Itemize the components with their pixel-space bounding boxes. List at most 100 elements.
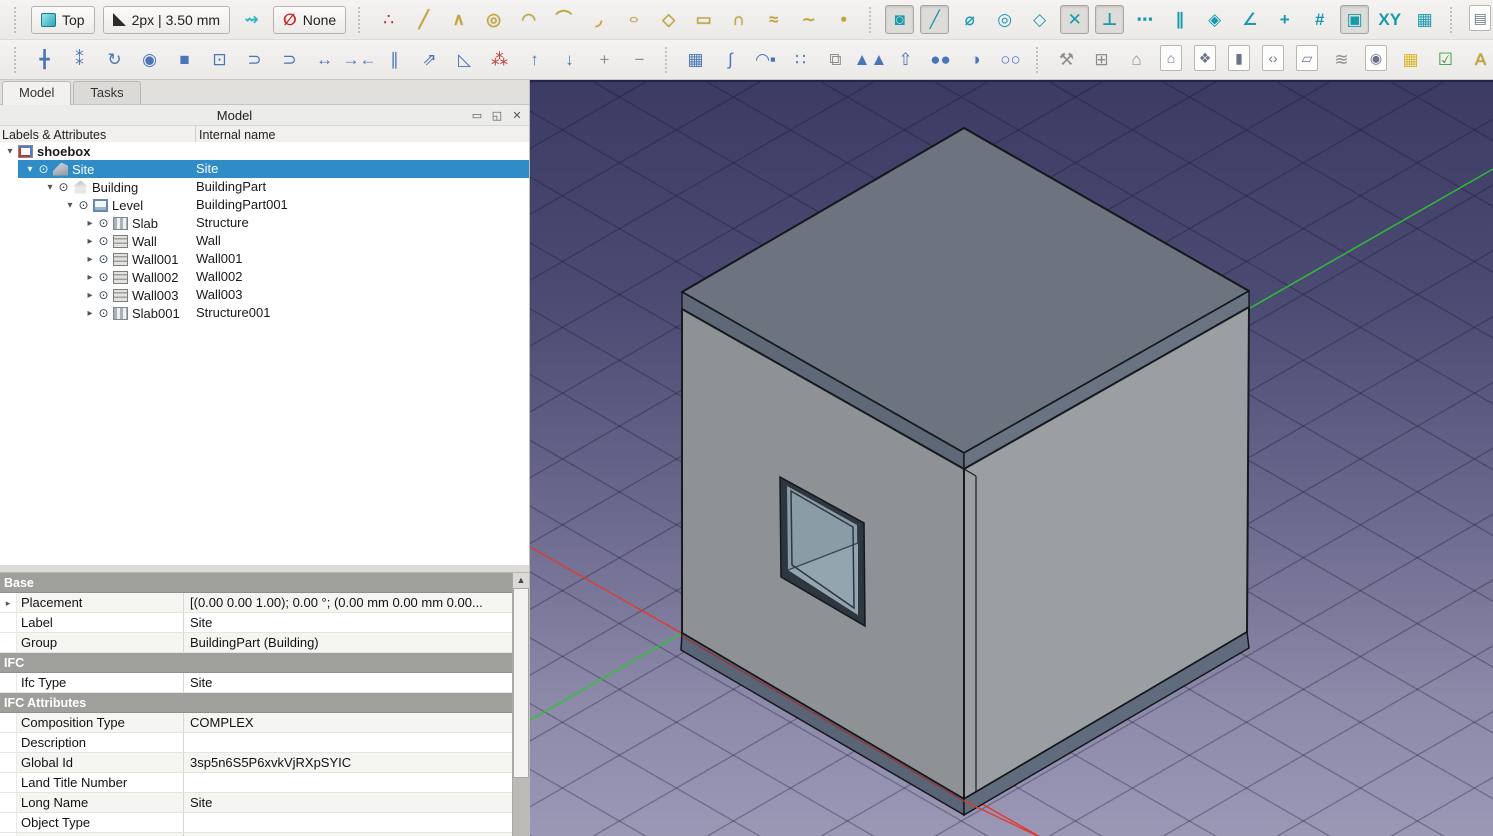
draft-remove-point-icon[interactable]: − bbox=[625, 45, 654, 74]
snap-endpoint-icon[interactable]: ╱ bbox=[920, 5, 949, 34]
draft-trimex-icon[interactable]: ⇧ bbox=[891, 45, 920, 74]
visibility-eye-icon[interactable]: ⊙ bbox=[96, 216, 111, 230]
box-select-icon[interactable]: ⊡ bbox=[205, 45, 234, 74]
snap-extension-icon[interactable]: ◈ bbox=[1200, 5, 1229, 34]
expander-icon[interactable]: ▸ bbox=[84, 236, 96, 247]
working-plane-view-icon[interactable]: ⊞ bbox=[1087, 45, 1116, 74]
part-xor-icon[interactable]: ○○ bbox=[996, 45, 1025, 74]
annotation-styles-icon[interactable]: A bbox=[1466, 45, 1493, 74]
property-row-group[interactable]: GroupBuildingPart (Building) bbox=[0, 633, 513, 653]
visibility-eye-icon[interactable]: ⊙ bbox=[76, 198, 91, 212]
tree-row-building[interactable]: ▾⊙BuildingBuildingPart bbox=[0, 178, 529, 196]
draft-bspline-icon[interactable]: ∩ bbox=[724, 5, 753, 34]
tree-row-level[interactable]: ▾⊙LevelBuildingPart001 bbox=[0, 196, 529, 214]
line-width-button[interactable]: 2px | 3.50 mm bbox=[103, 6, 230, 34]
property-group-ifc[interactable]: IFC bbox=[0, 653, 513, 673]
snap-parallel-icon[interactable]: ∥ bbox=[1165, 5, 1194, 34]
snap-midpoint-icon[interactable]: ⌀ bbox=[955, 5, 984, 34]
visibility-eye-icon[interactable]: ⊙ bbox=[36, 162, 51, 176]
scrollbar-thumb[interactable] bbox=[513, 588, 529, 778]
draft-add-point-icon[interactable]: + bbox=[590, 45, 619, 74]
ifc-document-icon[interactable]: ▤ bbox=[1469, 5, 1491, 31]
visibility-eye-icon[interactable]: ⊙ bbox=[96, 288, 111, 302]
draft-rotate-icon[interactable]: ↻ bbox=[100, 45, 129, 74]
draft-point-icon[interactable]: ∴ bbox=[374, 5, 403, 34]
draft-move-icon[interactable]: ╋ bbox=[30, 45, 59, 74]
property-value[interactable]: Site bbox=[183, 673, 513, 692]
bim-levels-icon[interactable]: ⌂ bbox=[1160, 45, 1182, 71]
property-expander-icon[interactable]: ▸ bbox=[0, 593, 17, 612]
draft-submove-icon[interactable]: ⁑ bbox=[65, 45, 94, 74]
property-value[interactable]: COMPLEX bbox=[183, 713, 513, 732]
property-value[interactable]: 3sp5n6S5P6xvkVjRXpSYIC bbox=[183, 753, 513, 772]
view-direction-button[interactable]: Top bbox=[31, 6, 95, 34]
draft-polygon-icon[interactable]: ◇ bbox=[654, 5, 683, 34]
draft-point-array-icon[interactable]: ∷ bbox=[786, 45, 815, 74]
expander-icon[interactable]: ▸ bbox=[84, 308, 96, 319]
property-value[interactable]: Site bbox=[183, 793, 513, 812]
snap-ortho-icon[interactable]: ⋯ bbox=[1130, 5, 1159, 34]
draft-scale-icon[interactable]: ⇗ bbox=[415, 45, 444, 74]
bim-todo-icon[interactable]: ☑ bbox=[1431, 45, 1460, 74]
snap-near-icon[interactable]: ∠ bbox=[1235, 5, 1264, 34]
expander-icon[interactable]: ▾ bbox=[24, 164, 36, 175]
property-row-label[interactable]: LabelSite bbox=[0, 613, 513, 633]
property-row-global-id[interactable]: Global Id3sp5n6S5P6xvkVjRXpSYIC bbox=[0, 753, 513, 773]
tree-row-wall002[interactable]: ▸⊙Wall002Wall002 bbox=[0, 268, 529, 286]
tree-item-label[interactable]: Site bbox=[70, 162, 94, 177]
bim-material-icon[interactable]: ❖ bbox=[1194, 45, 1216, 71]
3d-viewport[interactable] bbox=[530, 80, 1493, 836]
snap-angle-icon[interactable]: ◇ bbox=[1025, 5, 1054, 34]
toggle-grid-icon[interactable]: ▦ bbox=[1410, 5, 1439, 34]
draft-downgrade-icon[interactable]: ↓ bbox=[555, 45, 584, 74]
draft-shape2draft-icon[interactable]: ⁂ bbox=[485, 45, 514, 74]
property-value[interactable] bbox=[183, 773, 513, 792]
draft-offset-icon[interactable]: ∥ bbox=[380, 45, 409, 74]
visibility-eye-icon[interactable]: ⊙ bbox=[96, 270, 111, 284]
draft-polar-array-icon[interactable]: ◠▪ bbox=[751, 45, 780, 74]
expander-icon[interactable]: ▾ bbox=[44, 182, 56, 193]
draft-upgrade-icon[interactable]: ↑ bbox=[520, 45, 549, 74]
property-group-ifc-attributes[interactable]: IFC Attributes bbox=[0, 693, 513, 713]
snap-center-icon[interactable]: ◎ bbox=[990, 5, 1019, 34]
property-value[interactable]: [(0.00 0.00 1.00); 0.00 °; (0.00 mm 0.00… bbox=[183, 593, 513, 612]
arch-mirror-icon[interactable]: ▲▲ bbox=[856, 45, 885, 74]
toolbar-handle[interactable] bbox=[14, 7, 22, 33]
expander-icon[interactable]: ▸ bbox=[84, 290, 96, 301]
draft-join-icon[interactable]: →← bbox=[345, 45, 374, 74]
property-row-description[interactable]: Description bbox=[0, 733, 513, 753]
expander-icon[interactable]: ▾ bbox=[4, 146, 16, 157]
property-value[interactable] bbox=[183, 733, 513, 752]
expander-icon[interactable]: ▸ bbox=[84, 218, 96, 229]
tree-item-label[interactable]: Slab bbox=[130, 216, 158, 231]
autogroup-button[interactable]: ∅ None bbox=[273, 6, 346, 34]
panel-splitter[interactable] bbox=[0, 565, 529, 572]
draft-cubic-bezier-icon[interactable]: ∼ bbox=[794, 5, 823, 34]
tab-model[interactable]: Model bbox=[2, 81, 71, 105]
spreadsheet-icon[interactable]: ▦ bbox=[1396, 45, 1425, 74]
snap-special-icon[interactable]: + bbox=[1270, 5, 1299, 34]
property-scrollbar[interactable]: ▲ bbox=[512, 573, 529, 836]
visibility-eye-icon[interactable]: ⊙ bbox=[96, 252, 111, 266]
draft-ellipse-icon[interactable]: ○ bbox=[619, 10, 648, 29]
ifc-explorer-icon[interactable]: ‹› bbox=[1262, 45, 1284, 71]
draft-stretch-icon[interactable]: ↔ bbox=[310, 45, 339, 74]
draft-bezier-icon[interactable]: ≈ bbox=[759, 5, 788, 34]
bim-classification-icon[interactable]: ◉ bbox=[1365, 45, 1387, 71]
draft-rectangle-icon[interactable]: ▭ bbox=[689, 5, 718, 34]
toolbar-handle[interactable] bbox=[14, 47, 22, 73]
tree-row-shoebox[interactable]: ▾shoebox bbox=[0, 142, 529, 160]
snap-grid-icon[interactable]: # bbox=[1305, 5, 1334, 34]
part-intersection-icon[interactable]: ◑ bbox=[961, 45, 990, 74]
tree-item-label[interactable]: Building bbox=[90, 180, 138, 195]
draft-facebinder-icon[interactable]: ■ bbox=[170, 45, 199, 74]
bim-schedule-icon[interactable]: ▮ bbox=[1228, 45, 1250, 71]
part-union-icon[interactable]: ●● bbox=[926, 45, 955, 74]
property-group-base[interactable]: Base bbox=[0, 573, 513, 593]
draft-line-icon[interactable]: ╱ bbox=[409, 5, 438, 34]
expander-icon[interactable]: ▸ bbox=[84, 254, 96, 265]
property-row-composition-type[interactable]: Composition TypeCOMPLEX bbox=[0, 713, 513, 733]
draft-clone-icon[interactable]: ◉ bbox=[135, 45, 164, 74]
tree-item-label[interactable]: Slab001 bbox=[130, 306, 180, 321]
draft-edit-icon[interactable]: ⊃ bbox=[240, 45, 269, 74]
